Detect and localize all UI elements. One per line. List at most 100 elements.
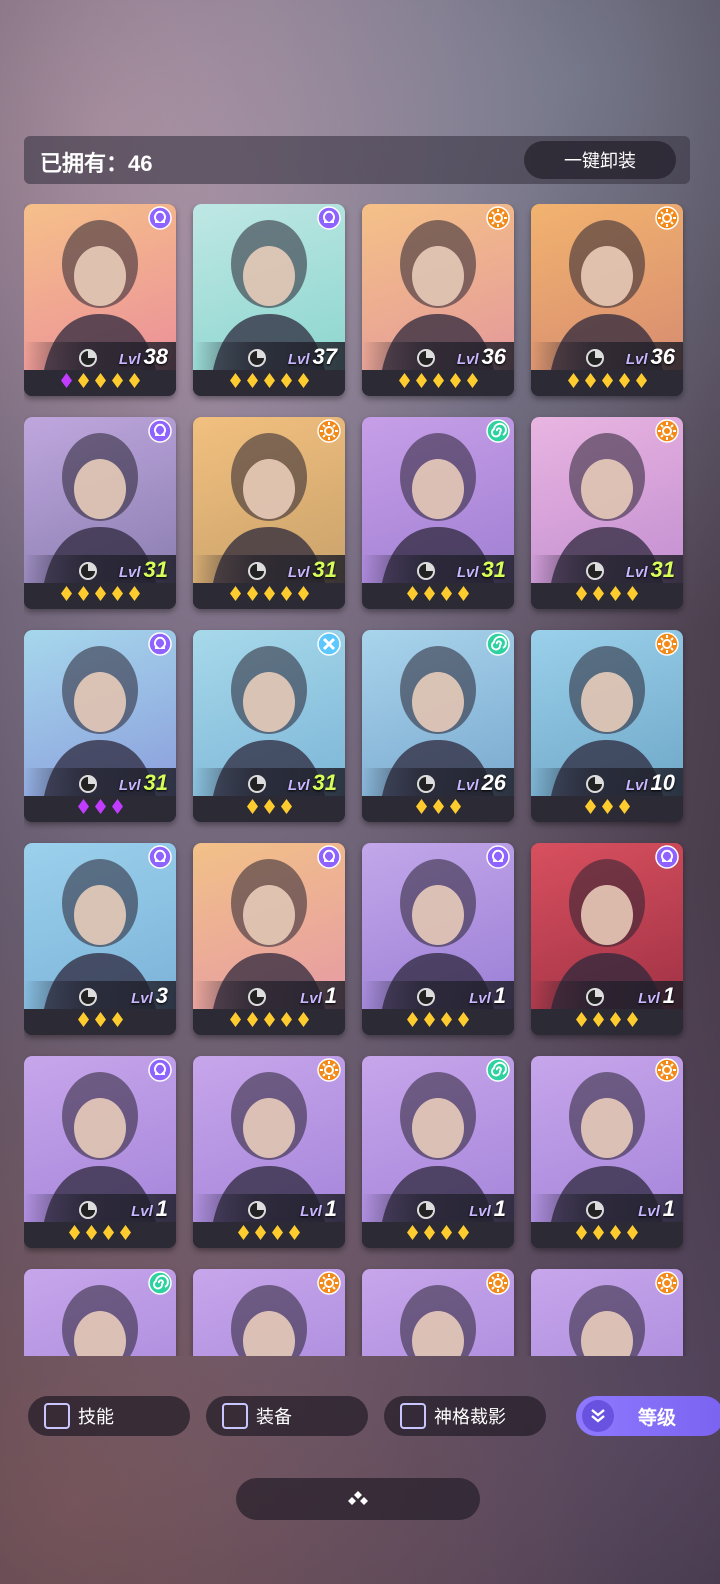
hero-card[interactable]: Lvl 3	[24, 843, 176, 1035]
hero-card[interactable]	[24, 1269, 176, 1356]
filter-skill[interactable]: 技能	[28, 1396, 190, 1436]
star-rating	[362, 370, 514, 396]
filter-equipment-label: 装备	[256, 1407, 292, 1427]
omega-faction-icon	[148, 419, 172, 443]
star-icon	[618, 373, 631, 393]
star-icon	[111, 373, 124, 393]
hero-card[interactable]: Lvl 1	[193, 1056, 345, 1248]
level-number: 1	[324, 1196, 337, 1221]
hero-card[interactable]: Lvl 1	[24, 1056, 176, 1248]
hero-card[interactable]: Lvl 31	[193, 417, 345, 609]
star-icon	[94, 799, 107, 819]
star-icon	[254, 1225, 267, 1245]
divine-emblem-icon	[585, 348, 605, 368]
hero-card[interactable]: Lvl 31	[193, 630, 345, 822]
spiral-faction-icon	[148, 1271, 172, 1295]
divine-emblem-icon	[78, 774, 98, 794]
star-icon	[280, 799, 293, 819]
level-prefix: Lvl	[118, 351, 141, 368]
diamonds-icon	[348, 1491, 368, 1505]
hero-card[interactable]: Lvl 31	[24, 630, 176, 822]
filter-equipment[interactable]: 装备	[206, 1396, 368, 1436]
sun-faction-icon	[655, 1058, 679, 1082]
hero-card[interactable]: Lvl 10	[531, 630, 683, 822]
star-icon	[432, 373, 445, 393]
star-rating	[362, 796, 514, 822]
omega-faction-icon	[148, 206, 172, 230]
hero-level: Lvl 31	[457, 557, 506, 583]
hero-card[interactable]	[531, 1269, 683, 1356]
hero-card[interactable]: Lvl 36	[531, 204, 683, 396]
star-icon	[423, 1225, 436, 1245]
header-bar: 已拥有：46 一键卸装	[24, 136, 690, 184]
star-icon	[128, 373, 141, 393]
star-icon	[635, 373, 648, 393]
filter-divine[interactable]: 神格裁影	[384, 1396, 546, 1436]
star-icon	[626, 586, 639, 606]
star-icon	[77, 373, 90, 393]
level-number: 36	[650, 344, 675, 369]
hero-card[interactable]: Lvl 1	[531, 1056, 683, 1248]
hero-card[interactable]: Lvl 38	[24, 204, 176, 396]
star-icon	[584, 799, 597, 819]
star-rating	[193, 1222, 345, 1248]
divine-emblem-icon	[78, 987, 98, 1007]
checkbox-icon[interactable]	[400, 1403, 426, 1429]
star-icon	[297, 1012, 310, 1032]
level-prefix: Lvl	[131, 1203, 153, 1220]
divine-emblem-icon	[247, 561, 267, 581]
hero-level: Lvl 1	[638, 1196, 675, 1222]
level-prefix: Lvl	[300, 1203, 322, 1220]
hero-card[interactable]: Lvl 36	[362, 204, 514, 396]
hero-level: Lvl 1	[131, 1196, 168, 1222]
hero-level: Lvl 1	[300, 1196, 337, 1222]
star-rating	[24, 370, 176, 396]
hero-card[interactable]: Lvl 1	[193, 843, 345, 1035]
star-icon	[111, 799, 124, 819]
star-icon	[60, 586, 73, 606]
checkbox-icon[interactable]	[44, 1403, 70, 1429]
hero-card[interactable]: Lvl 37	[193, 204, 345, 396]
star-icon	[567, 373, 580, 393]
star-icon	[77, 586, 90, 606]
omega-faction-icon	[486, 845, 510, 869]
level-number: 26	[481, 770, 506, 795]
star-icon	[423, 1012, 436, 1032]
collapse-button[interactable]	[236, 1478, 480, 1520]
star-icon	[406, 586, 419, 606]
hero-card[interactable]: Lvl 1	[531, 843, 683, 1035]
hero-card[interactable]: Lvl 31	[531, 417, 683, 609]
checkbox-icon[interactable]	[222, 1403, 248, 1429]
star-icon	[592, 586, 605, 606]
star-rating	[531, 370, 683, 396]
hero-card[interactable]: Lvl 31	[362, 417, 514, 609]
hero-card[interactable]: Lvl 1	[362, 843, 514, 1035]
sort-level-button[interactable]: 等级	[576, 1396, 720, 1436]
hero-card[interactable]: Lvl 1	[362, 1056, 514, 1248]
sun-faction-icon	[655, 632, 679, 656]
sun-faction-icon	[317, 419, 341, 443]
star-icon	[575, 1012, 588, 1032]
hero-level: Lvl 1	[638, 983, 675, 1009]
star-icon	[415, 373, 428, 393]
hero-card[interactable]	[193, 1269, 345, 1356]
star-icon	[119, 1225, 132, 1245]
hero-level: Lvl 1	[300, 983, 337, 1009]
level-number: 3	[155, 983, 168, 1008]
spiral-faction-icon	[486, 632, 510, 656]
star-icon	[592, 1225, 605, 1245]
hero-level: Lvl 31	[119, 770, 168, 796]
star-icon	[280, 373, 293, 393]
level-number: 1	[662, 983, 675, 1008]
star-icon	[618, 799, 631, 819]
star-icon	[246, 373, 259, 393]
sun-faction-icon	[655, 419, 679, 443]
star-icon	[229, 373, 242, 393]
level-prefix: Lvl	[625, 351, 648, 368]
divine-emblem-icon	[78, 1200, 98, 1220]
unequip-all-button[interactable]: 一键卸装	[524, 141, 676, 179]
star-icon	[457, 1225, 470, 1245]
hero-card[interactable]: Lvl 26	[362, 630, 514, 822]
hero-card[interactable]	[362, 1269, 514, 1356]
hero-card[interactable]: Lvl 31	[24, 417, 176, 609]
